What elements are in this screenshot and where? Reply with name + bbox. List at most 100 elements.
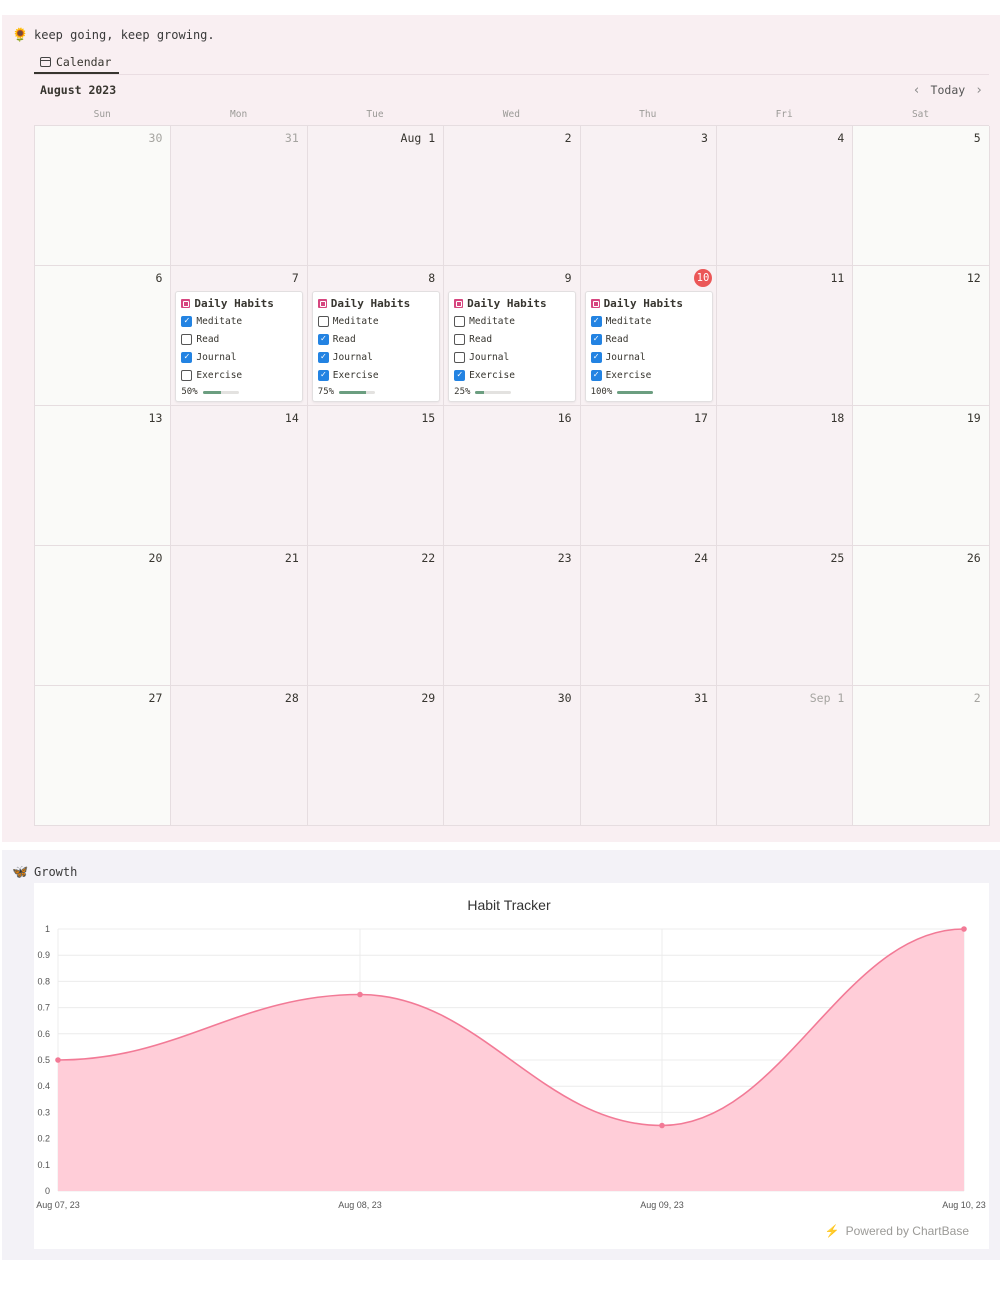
tab-calendar[interactable]: Calendar [34, 51, 119, 74]
checkbox-checked[interactable]: ✓ [181, 351, 193, 363]
day-number: 29 [421, 691, 436, 705]
checkbox-checked[interactable]: ✓ [590, 333, 602, 345]
day-cell[interactable]: 31 [580, 686, 717, 826]
day-number: 12 [966, 271, 981, 285]
habit-row: ✓ Journal [181, 348, 297, 366]
habit-card-title-text: Daily Habits [467, 296, 547, 310]
day-cell[interactable]: 8 Daily Habits Meditate ✓ Read ✓ Journal ✓ Exerc… [307, 266, 445, 406]
checkbox-unchecked[interactable] [454, 351, 466, 363]
habit-card[interactable]: Daily Habits Meditate Read Journal ✓ Exercise… [448, 291, 577, 402]
day-cell[interactable]: 2 [444, 126, 581, 266]
habit-row: ✓ Read [317, 330, 434, 348]
day-cell[interactable]: 14 [171, 406, 308, 546]
calendar-header: August 2023 ‹ Today › [34, 74, 989, 105]
y-tick-label: 0.4 [37, 1081, 50, 1091]
checkbox-checked[interactable]: ✓ [181, 315, 193, 327]
day-cell[interactable]: 2 [853, 686, 990, 826]
checkbox-checked[interactable]: ✓ [590, 351, 602, 363]
checkbox-unchecked[interactable] [454, 315, 466, 327]
habit-row: Exercise [181, 366, 297, 384]
day-cell[interactable]: 6 [35, 266, 172, 406]
checkbox-checked[interactable]: ✓ [590, 315, 602, 327]
day-cell[interactable]: 5 [853, 126, 990, 266]
day-cell[interactable]: 28 [171, 686, 308, 826]
day-number: 22 [421, 551, 436, 565]
checkbox-unchecked[interactable] [181, 333, 193, 345]
checkbox-checked[interactable]: ✓ [317, 351, 329, 363]
chart-svg: Habit Tracker 0 0.1 0.2 0.3 0.4 0.5 0.6 0.7 0.8 0.… [36, 897, 986, 1210]
powered-by[interactable]: ⚡ Powered by ChartBase [825, 1224, 969, 1238]
progress-label: 100% [590, 387, 613, 397]
day-cell[interactable]: 26 [853, 546, 990, 686]
day-cell[interactable]: 20 [35, 546, 172, 686]
habit-label: Read [605, 333, 629, 345]
day-cell[interactable]: 19 [853, 406, 990, 546]
habit-row: Journal [454, 348, 570, 366]
day-cell[interactable]: 22 [307, 546, 445, 686]
x-tick-label: Aug 10, 23 [942, 1200, 986, 1210]
checkbox-unchecked[interactable] [317, 315, 329, 327]
today-button[interactable]: Today [931, 83, 966, 97]
page-icon [590, 298, 600, 308]
progress-label: 50% [181, 387, 198, 397]
habit-card[interactable]: Daily Habits Meditate ✓ Read ✓ Journal ✓ Exerci… [311, 291, 440, 402]
day-cell[interactable]: 21 [171, 546, 308, 686]
day-cell[interactable]: 23 [444, 546, 581, 686]
checkbox-unchecked[interactable] [181, 369, 193, 381]
day-cell[interactable]: 18 [716, 406, 854, 546]
habit-label: Exercise [332, 369, 379, 381]
day-number: 23 [557, 551, 572, 565]
day-number: 21 [284, 551, 299, 565]
day-cell[interactable]: 10 Daily Habits ✓ Meditate ✓ Read ✓ Journal ✓ Exe… [580, 266, 717, 406]
day-cell[interactable]: 17 [580, 406, 717, 546]
habit-label: Read [469, 333, 493, 345]
day-number: 17 [694, 411, 708, 425]
weekday-label: Thu [639, 109, 657, 120]
day-cell[interactable]: Sep 1 [716, 686, 854, 826]
day-cell[interactable]: 11 [716, 266, 854, 406]
checkbox-checked[interactable]: ✓ [317, 369, 329, 381]
habit-card-title: Daily Habits [181, 296, 297, 310]
habit-label: Meditate [332, 315, 379, 327]
chevron-right-icon[interactable]: › [975, 83, 983, 98]
day-cell[interactable]: 3 [580, 126, 717, 266]
day-cell[interactable]: 30 [444, 686, 581, 826]
day-cell[interactable]: 13 [35, 406, 172, 546]
day-cell[interactable]: 9 Daily Habits Meditate Read Journal ✓ Exercis… [444, 266, 581, 406]
calendar-icon [40, 56, 51, 67]
day-number: 2 [973, 691, 981, 705]
day-cell[interactable]: 24 [580, 546, 717, 686]
x-tick-label: Aug 07, 23 [36, 1200, 80, 1210]
checkbox-checked[interactable]: ✓ [590, 369, 602, 381]
habit-card[interactable]: Daily Habits ✓ Meditate Read ✓ Journal Exercis… [175, 291, 304, 402]
day-cell[interactable]: Aug 1 [307, 126, 445, 266]
day-cell[interactable]: 4 [716, 126, 854, 266]
habit-row: Meditate [317, 312, 434, 330]
weekday-label: Fri [775, 109, 793, 120]
day-cell[interactable]: 30 [35, 126, 172, 266]
checkbox-checked[interactable]: ✓ [317, 333, 329, 345]
habit-row: Read [454, 330, 570, 348]
progress-bar-fill [475, 390, 485, 394]
day-number: 16 [557, 411, 572, 425]
habit-progress: 75% [318, 385, 434, 399]
habit-card[interactable]: Daily Habits ✓ Meditate ✓ Read ✓ Journal ✓ Exerc… [584, 291, 713, 402]
checkbox-checked[interactable]: ✓ [454, 369, 466, 381]
day-cell[interactable]: 16 [444, 406, 581, 546]
day-cell[interactable]: 12 [853, 266, 990, 406]
weekday-label: Sat [911, 109, 930, 120]
day-cell[interactable]: 29 [307, 686, 445, 826]
chevron-left-icon[interactable]: ‹ [913, 83, 921, 98]
day-cell[interactable]: 27 [35, 686, 172, 826]
y-tick-label: 0.7 [37, 1003, 50, 1013]
day-cell[interactable]: 31 [171, 126, 308, 266]
day-number: 3 [701, 131, 708, 145]
checkbox-unchecked[interactable] [454, 333, 466, 345]
day-cell[interactable]: 15 [307, 406, 445, 546]
calendar-panel: 🌻 keep going, keep growing. Calendar Aug… [2, 15, 1000, 842]
tab-calendar-label: Calendar [56, 54, 112, 69]
quote-text: keep going, keep growing. [34, 28, 215, 42]
day-cell[interactable]: 7 Daily Habits ✓ Meditate Read ✓ Journal Exerci… [171, 266, 308, 406]
day-number: 25 [830, 551, 845, 565]
day-cell[interactable]: 25 [716, 546, 854, 686]
